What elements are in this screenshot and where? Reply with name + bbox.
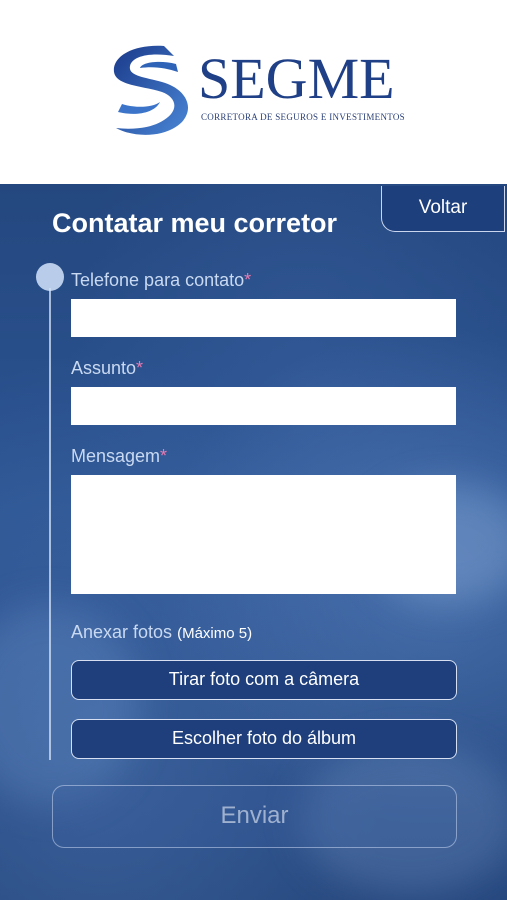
subject-label: Assunto*: [71, 358, 144, 378]
message-label: Mensagem*: [71, 446, 168, 466]
app-header: SEGME CORRETORA DE SEGUROS E INVESTIMENT…: [0, 0, 507, 184]
contact-panel: Contatar meu corretor Voltar Telefone pa…: [0, 184, 507, 900]
segme-logo: SEGME CORRETORA DE SEGUROS E INVESTIMENT…: [104, 42, 405, 142]
required-mark: *: [160, 446, 168, 466]
phone-input[interactable]: [71, 299, 456, 337]
step-indicator-dot: [36, 263, 64, 291]
logo-swirl-icon: [113, 45, 189, 135]
attach-limit-note: (Máximo 5): [177, 625, 253, 642]
page-title: Contatar meu corretor: [52, 208, 338, 238]
take-photo-button[interactable]: Tirar foto com a câmera: [71, 660, 457, 700]
brand-tagline: CORRETORA DE SEGUROS E INVESTIMENTOS: [201, 112, 405, 122]
send-button[interactable]: Enviar: [52, 785, 457, 848]
message-textarea[interactable]: [71, 475, 456, 594]
back-button[interactable]: Voltar: [381, 186, 505, 232]
phone-label: Telefone para contato*: [71, 270, 252, 290]
required-mark: *: [136, 358, 144, 378]
required-mark: *: [244, 270, 252, 290]
brand-name: SEGME: [198, 46, 395, 111]
step-indicator-line: [49, 288, 51, 760]
subject-input[interactable]: [71, 387, 456, 425]
attach-photos-label: Anexar fotos (Máximo 5): [71, 622, 253, 642]
choose-album-photo-button[interactable]: Escolher foto do álbum: [71, 719, 457, 759]
